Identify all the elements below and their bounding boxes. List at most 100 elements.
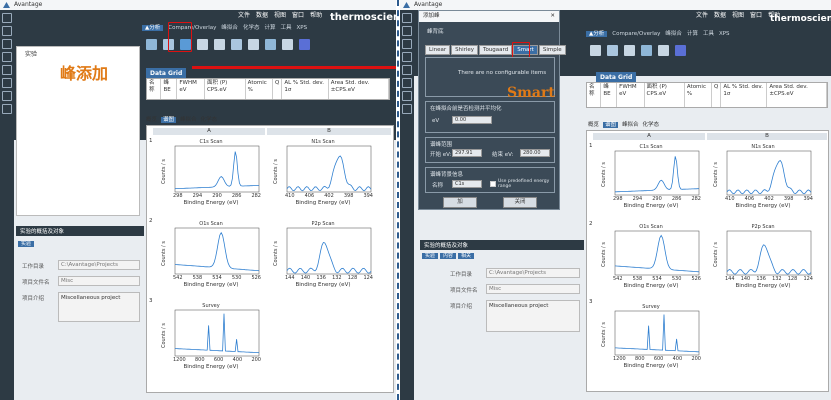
col-atomic: Atomic %	[246, 79, 273, 99]
tab-related-2[interactable]: 相关	[458, 253, 475, 259]
spectrum-plot-2[interactable]: O1s Scan 542 538 534 530 526 Binding Energy (e…	[597, 223, 705, 297]
menu-data-2[interactable]: 数据	[714, 12, 726, 19]
tab-shirley[interactable]: Shirley	[451, 45, 479, 55]
row-2-2: 2	[589, 221, 593, 227]
menu-window-2[interactable]: 窗口	[750, 12, 762, 19]
close-icon[interactable]: ✕	[550, 11, 555, 22]
tick-label: 124	[363, 275, 373, 281]
tab-tougaard[interactable]: Tougaard	[479, 45, 513, 55]
title-bar-2: Avantage	[400, 0, 831, 10]
spectrum-icon-2[interactable]	[641, 44, 652, 56]
close-button[interactable]: 关闭	[503, 197, 537, 208]
grid-icon-2[interactable]	[402, 91, 412, 101]
element-icon[interactable]	[282, 38, 293, 50]
chart-icon[interactable]	[2, 65, 12, 75]
tab-simple[interactable]: Simple	[538, 45, 566, 55]
tab-content-2[interactable]: 内容	[440, 253, 457, 259]
tab-xps[interactable]: XPS	[296, 25, 307, 31]
tab-chemstate[interactable]: 化学态	[201, 117, 218, 123]
ev-input[interactable]: 0.00	[452, 116, 492, 124]
tab-calc[interactable]: 计算	[264, 25, 275, 31]
desc-field-2[interactable]: Miscellaneous project	[486, 300, 580, 332]
tab-spectra[interactable]: 谱图	[161, 117, 177, 123]
spectrum-plot[interactable]: N1s Scan 410 406 402 398 394 Binding Energy (e…	[269, 138, 377, 214]
tab-chem-state[interactable]: 化学态	[243, 25, 260, 31]
tab-peakfit[interactable]: 峰拟合	[180, 117, 197, 123]
peak-icon[interactable]	[299, 38, 310, 50]
tab-peak-fit[interactable]: 峰拟合	[221, 25, 238, 31]
print-icon-2[interactable]	[402, 52, 412, 62]
menu-view[interactable]: 视图	[274, 12, 286, 19]
tree-item[interactable]: 实验	[17, 47, 139, 60]
new-icon-2[interactable]	[402, 13, 412, 23]
tab-chemstate-2[interactable]: 化学态	[643, 122, 660, 128]
table-icon[interactable]	[2, 78, 12, 88]
spectrum-plot[interactable]: Survey 1200 800 600 400 200 Binding Energy (eV…	[157, 302, 265, 378]
tab-analysis[interactable]: ▲分析	[142, 25, 164, 31]
tab-overview[interactable]: 概览	[146, 117, 157, 123]
spectrum-icon[interactable]	[265, 38, 276, 50]
desc-field[interactable]: Miscellaneous project	[58, 292, 140, 322]
filename-field[interactable]: Misc	[58, 276, 140, 286]
tab-peak-fit-2[interactable]: 峰拟合	[665, 31, 682, 37]
spectrum-plot-2[interactable]: C1s Scan 298 294 290 286 282 Binding Energy (e…	[597, 143, 705, 217]
save-icon-2[interactable]	[402, 39, 412, 49]
open-icon[interactable]	[2, 26, 12, 36]
tab-calc-2[interactable]: 计算	[687, 31, 698, 37]
add-button[interactable]: 加	[443, 197, 477, 208]
tab-experiment[interactable]: 实验	[18, 241, 35, 247]
survey-icon[interactable]	[146, 38, 157, 50]
end-input[interactable]: 280.00	[520, 149, 550, 157]
spectrum-plot[interactable]: C1s Scan 298 294 290 286 282 Binding Energy (e…	[157, 138, 265, 214]
start-input[interactable]: 297.91	[452, 149, 482, 157]
tab-linear[interactable]: Linear	[425, 45, 451, 55]
chart-icon-2[interactable]	[402, 65, 412, 75]
print-icon[interactable]	[2, 52, 12, 62]
workdir-field[interactable]: C:\Avantage\Projects	[58, 260, 140, 270]
tab-overview-2[interactable]: 概览	[588, 122, 599, 128]
quant-icon-2[interactable]	[607, 44, 618, 56]
fit-icon[interactable]	[197, 38, 208, 50]
settings-icon[interactable]	[2, 104, 12, 114]
spectrum-plot[interactable]: O1s Scan 542 538 534 530 526 Binding Energy (e…	[157, 220, 265, 296]
workdir-field-2[interactable]: C:\Avantage\Projects	[486, 268, 580, 278]
open-icon-2[interactable]	[402, 26, 412, 36]
menu-view-2[interactable]: 视图	[732, 12, 744, 19]
tab-tools-2[interactable]: 工具	[703, 31, 714, 37]
filename-field-2[interactable]: Misc	[486, 284, 580, 294]
element-icon-2[interactable]	[658, 44, 669, 56]
tab-compare-overlay-2[interactable]: Compare/Overlay	[612, 31, 660, 37]
spectrum-plot-2[interactable]: P2p Scan 144 140 136 132 128 124 Binding Energy…	[709, 223, 817, 297]
tab-tools[interactable]: 工具	[280, 25, 291, 31]
filename-label: 项目文件名	[22, 280, 50, 286]
save-icon[interactable]	[2, 39, 12, 49]
new-icon[interactable]	[2, 13, 12, 23]
settings-icon-2[interactable]	[402, 104, 412, 114]
predefined-checkbox[interactable]	[490, 181, 496, 187]
spectrum-plot-2[interactable]: Survey 1200 800 600 400 200 Binding Energy (eV…	[597, 303, 705, 377]
menu-data[interactable]: 数据	[256, 12, 268, 19]
calibrate-icon[interactable]	[248, 38, 259, 50]
tick-label: 282	[251, 193, 261, 199]
menu-file[interactable]: 文件	[238, 12, 250, 19]
tab-spectra-2[interactable]: 谱图	[603, 122, 619, 128]
fit-icon-2[interactable]	[590, 44, 601, 56]
callout-peak-add: 峰添加	[60, 64, 109, 83]
peak-icon-2[interactable]	[675, 44, 686, 56]
tab-xps-2[interactable]: XPS	[719, 31, 730, 37]
y-axis-label: Counts / s	[601, 162, 607, 187]
smooth-icon[interactable]	[231, 38, 242, 50]
tab-peakfit-2[interactable]: 峰拟合	[622, 122, 639, 128]
quant-icon[interactable]	[214, 38, 225, 50]
tab-analysis-2[interactable]: ▲分析	[586, 31, 608, 37]
grid-icon[interactable]	[2, 91, 12, 101]
table-icon-2[interactable]	[402, 78, 412, 88]
menu-file-2[interactable]: 文件	[696, 12, 708, 19]
tab-experiment-2[interactable]: 实验	[422, 253, 439, 259]
spectrum-plot-2[interactable]: N1s Scan 410 406 402 398 394 Binding Energy (e…	[709, 143, 817, 217]
smooth-icon-2[interactable]	[624, 44, 635, 56]
menu-help[interactable]: 帮助	[310, 12, 322, 19]
menu-window[interactable]: 窗口	[292, 12, 304, 19]
spectrum-plot[interactable]: P2p Scan 144 140 136 132 128 124 Binding Energy…	[269, 220, 377, 296]
name-input[interactable]: C1s	[452, 180, 482, 188]
